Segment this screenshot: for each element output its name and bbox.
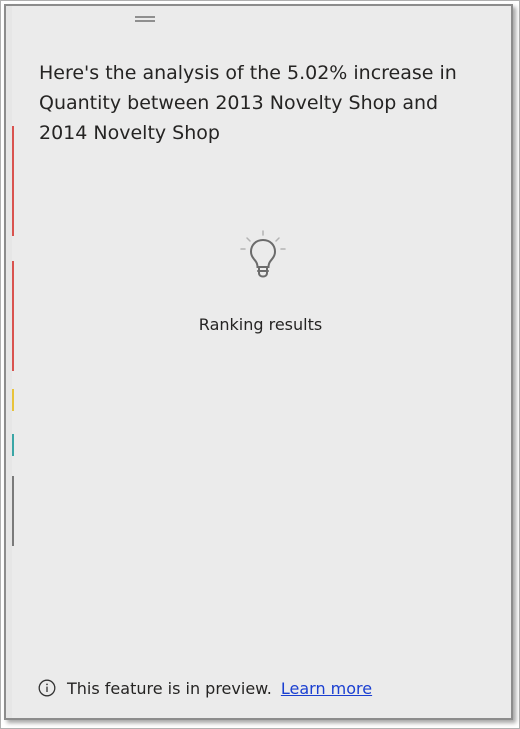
ranking-status: Ranking results bbox=[198, 315, 323, 334]
insight-headline: Here's the analysis of the 5.02% increas… bbox=[39, 62, 457, 144]
lightbulb-icon bbox=[240, 230, 286, 278]
learn-more-link[interactable]: Learn more bbox=[281, 679, 372, 698]
preview-footer: This feature is in preview. Learn more bbox=[38, 677, 372, 699]
info-icon bbox=[38, 679, 56, 697]
drag-handle[interactable] bbox=[135, 16, 155, 22]
edge-marker-gray bbox=[12, 476, 14, 546]
edge-marker-red bbox=[12, 126, 14, 236]
insights-panel: Here's the analysis of the 5.02% increas… bbox=[4, 4, 513, 720]
preview-notice: This feature is in preview. bbox=[67, 678, 272, 698]
window-frame: Here's the analysis of the 5.02% increas… bbox=[0, 0, 520, 729]
edge-marker-yellow bbox=[12, 389, 14, 411]
edge-marker-teal bbox=[12, 434, 14, 456]
